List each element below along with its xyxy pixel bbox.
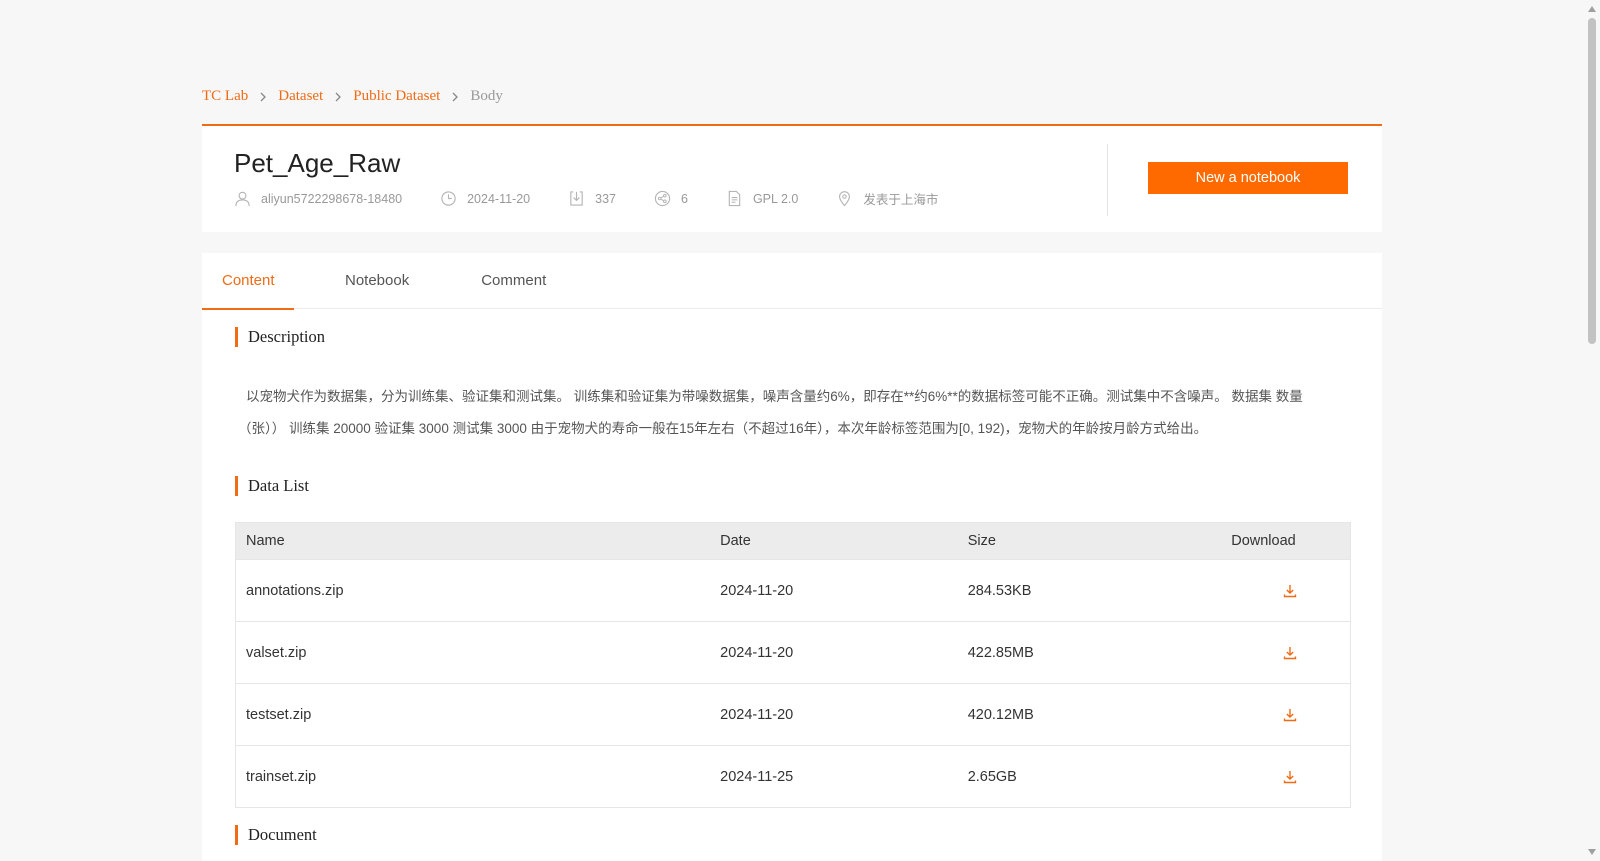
tab-bar: Content Notebook Comment <box>202 253 1382 310</box>
dataset-header: Pet_Age_Raw aliyun5722298678-18480 2024-… <box>202 124 1382 232</box>
clock-icon <box>441 191 456 206</box>
meta-date: 2024-11-20 <box>440 190 530 207</box>
new-notebook-button[interactable]: New a notebook <box>1148 162 1348 194</box>
meta-author: aliyun5722298678-18480 <box>234 190 402 207</box>
column-header-name: Name <box>246 533 285 549</box>
download-icon[interactable] <box>1282 583 1298 599</box>
download-count-icon <box>570 191 583 206</box>
tab-content[interactable]: Content <box>202 253 294 310</box>
chevron-right-icon <box>332 91 344 103</box>
document-heading: Document <box>235 825 317 845</box>
file-name: annotations.zip <box>246 582 344 599</box>
user-icon <box>235 191 250 207</box>
file-date: 2024-11-20 <box>720 644 794 661</box>
page-title: Pet_Age_Raw <box>234 148 401 178</box>
tab-comment[interactable]: Comment <box>481 253 546 309</box>
meta-license: GPL 2.0 <box>726 190 798 207</box>
content-panel: Content Notebook Comment Description 以宠物… <box>202 253 1382 861</box>
data-list-heading: Data List <box>235 476 309 496</box>
breadcrumb: TC Lab Dataset Public Dataset Body <box>202 88 503 105</box>
breadcrumb-current: Body <box>470 88 503 104</box>
file-date: 2024-11-20 <box>720 582 794 599</box>
share-icon <box>654 190 671 207</box>
page: TC Lab Dataset Public Dataset Body Pet_A… <box>0 0 1600 861</box>
chevron-right-icon <box>449 91 461 103</box>
scroll-down-arrow-icon[interactable] <box>1588 849 1596 855</box>
file-size: 2.65GB <box>967 768 1017 785</box>
scroll-up-arrow-icon[interactable] <box>1588 6 1596 12</box>
download-icon[interactable] <box>1282 769 1298 785</box>
header-divider <box>1107 144 1108 216</box>
chevron-right-icon <box>257 91 269 103</box>
vertical-scrollbar[interactable] <box>1584 0 1600 861</box>
column-header-date: Date <box>720 533 751 549</box>
license-label: GPL 2.0 <box>752 191 799 206</box>
table-row: trainset.zip 2024-11-25 2.65GB <box>236 745 1350 807</box>
description-text: 以宠物犬作为数据集，分为训练集、验证集和测试集。 训练集和验证集为带噪数据集，噪… <box>238 389 1303 436</box>
author-name[interactable]: aliyun5722298678-18480 <box>261 192 402 206</box>
description-heading: Description <box>235 327 325 347</box>
download-icon[interactable] <box>1282 707 1298 723</box>
file-name: trainset.zip <box>246 768 317 785</box>
meta-shares: 6 <box>654 190 688 207</box>
data-list-table: Name Date Size Download annotations.zip … <box>235 522 1351 808</box>
location-pin-icon <box>839 191 851 207</box>
table-row: valset.zip 2024-11-20 422.85MB <box>236 621 1350 683</box>
breadcrumb-dataset[interactable]: Dataset <box>278 88 323 105</box>
tab-notebook[interactable]: Notebook <box>345 253 409 309</box>
publish-date: 2024-11-20 <box>467 191 531 206</box>
column-header-size: Size <box>967 533 996 549</box>
scrollbar-thumb[interactable] <box>1588 18 1596 344</box>
download-count: 337 <box>595 191 616 206</box>
table-row: testset.zip 2024-11-20 420.12MB <box>236 683 1350 745</box>
breadcrumb-public-dataset[interactable]: Public Dataset <box>353 88 440 105</box>
dataset-meta: aliyun5722298678-18480 2024-11-20 337 6 … <box>234 189 976 208</box>
breadcrumb-tc-lab[interactable]: TC Lab <box>202 88 248 105</box>
file-name: valset.zip <box>246 644 307 661</box>
file-name: testset.zip <box>246 706 312 723</box>
file-size: 422.85MB <box>967 644 1034 661</box>
document-icon <box>728 190 741 207</box>
file-size: 284.53KB <box>967 582 1032 599</box>
file-date: 2024-11-20 <box>720 706 794 723</box>
column-header-download: Download <box>1231 533 1296 549</box>
share-count: 6 <box>680 191 688 206</box>
table-header: Name Date Size Download <box>236 523 1350 559</box>
file-size: 420.12MB <box>967 706 1034 723</box>
location-label: 发表于上海市 <box>863 193 939 207</box>
meta-downloads: 337 <box>568 190 616 207</box>
table-row: annotations.zip 2024-11-20 284.53KB <box>236 559 1350 621</box>
file-date: 2024-11-25 <box>720 768 794 785</box>
download-icon[interactable] <box>1282 645 1298 661</box>
meta-location: 发表于上海市 <box>836 189 938 208</box>
